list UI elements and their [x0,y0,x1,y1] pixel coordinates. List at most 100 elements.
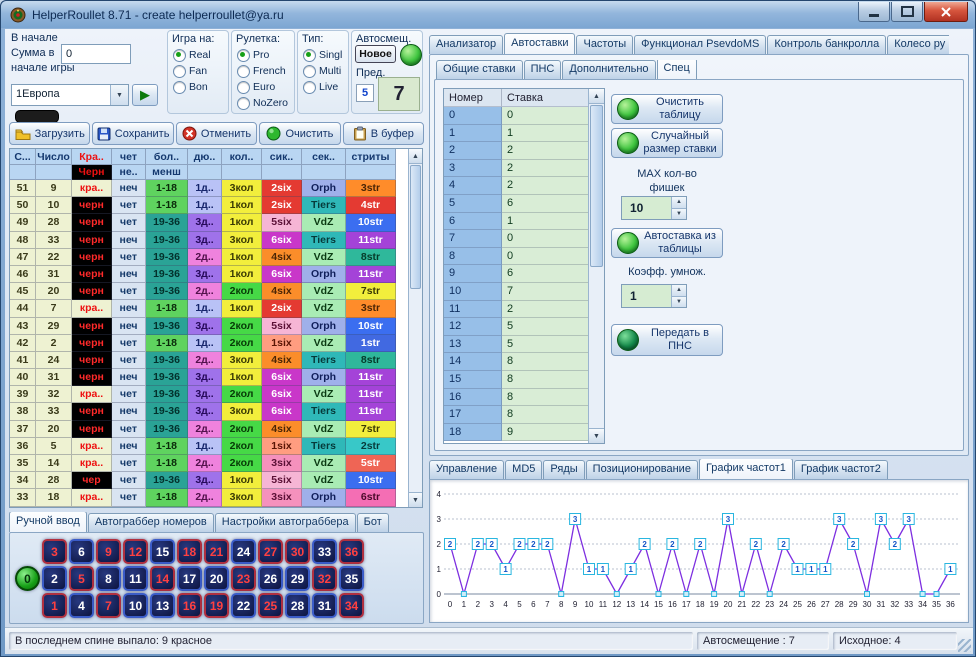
scrollbar-thumb[interactable] [410,165,421,289]
radio-real[interactable]: Real [173,47,228,63]
board-number-32[interactable]: 32 [312,566,337,591]
board-number-19[interactable]: 19 [204,593,229,618]
board-number-26[interactable]: 26 [258,566,283,591]
board-number-20[interactable]: 20 [204,566,229,591]
bets-tab-3[interactable]: Спец [657,60,697,79]
main-tab-2[interactable]: Частоты [576,35,633,54]
scroll-down-button[interactable]: ▼ [589,428,604,443]
board-number-24[interactable]: 24 [231,539,256,564]
minimize-button[interactable] [858,2,890,22]
bet-stake-cell[interactable]: 2 [502,301,590,319]
main-tab-0[interactable]: Анализатор [429,35,503,54]
start-sum-input[interactable] [61,44,131,64]
cancel-button[interactable]: Отменить [176,122,257,145]
board-number-30[interactable]: 30 [285,539,310,564]
multiplier-input[interactable]: 1 [622,285,671,307]
board-number-17[interactable]: 17 [177,566,202,591]
bet-stake-cell[interactable]: 5 [502,336,590,354]
radio-multi[interactable]: Multi [303,63,348,79]
close-button[interactable] [924,2,968,22]
input-tab-2[interactable]: Настройки автограббера [215,513,356,532]
board-number-7[interactable]: 7 [96,593,121,618]
start-button[interactable]: ▶ [132,84,158,106]
bet-stake-cell[interactable]: 8 [502,389,590,407]
bets-row[interactable]: 96 [444,265,604,283]
bets-row[interactable]: 42 [444,177,604,195]
input-tab-1[interactable]: Автограббер номеров [88,513,214,532]
new-button[interactable]: Новое [355,45,396,63]
bets-row[interactable]: 158 [444,371,604,389]
board-number-2[interactable]: 2 [42,566,67,591]
max-chips-input[interactable]: 10 [622,197,671,219]
scrollbar-thumb[interactable] [590,105,603,267]
bets-row[interactable]: 80 [444,248,604,266]
board-number-6[interactable]: 6 [69,539,94,564]
board-number-15[interactable]: 15 [150,539,175,564]
chart-tab-3[interactable]: Позиционирование [586,460,698,479]
bets-tab-0[interactable]: Общие ставки [436,60,523,79]
main-tab-4[interactable]: Контроль банкролла [767,35,886,54]
bets-row[interactable]: 56 [444,195,604,213]
spin-table-scrollbar[interactable]: ▲ ▼ [408,149,422,507]
bets-row[interactable]: 178 [444,406,604,424]
bets-row[interactable]: 32 [444,160,604,178]
bets-row[interactable]: 00 [444,107,604,125]
combobox-dropdown-icon[interactable]: ▼ [110,85,128,105]
radio-pro[interactable]: Pro [237,47,294,63]
board-number-23[interactable]: 23 [231,566,256,591]
radio-euro[interactable]: Euro [237,79,294,95]
board-number-33[interactable]: 33 [312,539,337,564]
bet-stake-cell[interactable]: 8 [502,353,590,371]
main-tab-1[interactable]: Автоставки [504,33,575,54]
chart-tab-0[interactable]: Управление [429,460,504,479]
board-number-5[interactable]: 5 [69,566,94,591]
bets-tab-1[interactable]: ПНС [524,60,562,79]
board-number-3[interactable]: 3 [42,539,67,564]
board-number-4[interactable]: 4 [69,593,94,618]
bets-tab-2[interactable]: Дополнительно [562,60,655,79]
radio-fan[interactable]: Fan [173,63,228,79]
input-tab-3[interactable]: Бот [357,513,389,532]
bet-stake-cell[interactable]: 8 [502,406,590,424]
app-icon[interactable] [10,7,26,23]
transfer-to-pns-button[interactable]: Передать в ПНС [611,324,723,356]
radio-bon[interactable]: Bon [173,79,228,95]
board-number-13[interactable]: 13 [150,593,175,618]
bet-stake-cell[interactable]: 6 [502,195,590,213]
board-number-0[interactable]: 0 [15,566,40,591]
clear-button[interactable]: Очистить [259,122,340,145]
board-number-36[interactable]: 36 [339,539,364,564]
clear-table-button[interactable]: Очистить таблицу [611,94,723,124]
bet-stake-cell[interactable]: 8 [502,371,590,389]
board-number-1[interactable]: 1 [42,593,67,618]
save-button[interactable]: Сохранить [92,122,173,145]
board-number-25[interactable]: 25 [258,593,283,618]
scrollbar-track[interactable] [589,104,604,428]
radio-nozero[interactable]: NoZero [237,95,294,111]
chart-tab-4[interactable]: График частот1 [699,459,793,479]
bet-stake-cell[interactable]: 6 [502,265,590,283]
board-number-16[interactable]: 16 [177,593,202,618]
board-number-18[interactable]: 18 [177,539,202,564]
bet-stake-cell[interactable]: 0 [502,107,590,125]
titlebar[interactable]: HelperRoullet 8.71 - create helperroulle… [1,1,975,28]
input-tab-0[interactable]: Ручной ввод [9,512,87,532]
load-button[interactable]: Загрузить [9,122,90,145]
chart-tab-1[interactable]: MD5 [505,460,542,479]
copy-button[interactable]: В буфер [343,122,424,145]
bet-stake-cell[interactable]: 5 [502,318,590,336]
board-number-14[interactable]: 14 [150,566,175,591]
chart-tab-2[interactable]: Ряды [543,460,584,479]
autobet-from-table-button[interactable]: Автоставка из таблицы [611,228,723,258]
stepper-down-button[interactable]: ▼ [671,209,686,220]
bets-row[interactable]: 107 [444,283,604,301]
resize-grip[interactable] [958,639,971,652]
board-number-21[interactable]: 21 [204,539,229,564]
random-size-button[interactable]: Случайный размер ставки [611,128,723,158]
radio-singl[interactable]: Singl [303,47,348,63]
maximize-button[interactable] [891,2,923,22]
chart-tab-5[interactable]: График частот2 [794,460,888,479]
bets-row[interactable]: 11 [444,125,604,143]
bet-stake-cell[interactable]: 0 [502,230,590,248]
board-number-10[interactable]: 10 [123,593,148,618]
